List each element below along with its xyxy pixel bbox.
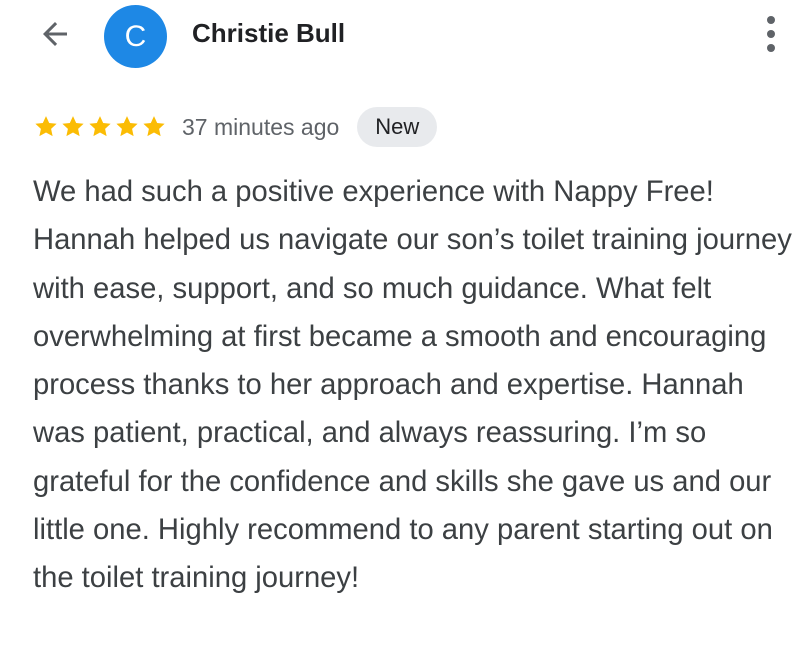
star-icon bbox=[143, 116, 165, 137]
star-icon bbox=[62, 116, 84, 137]
star-rating bbox=[33, 114, 168, 140]
avatar[interactable]: C bbox=[104, 5, 167, 68]
star-icon bbox=[89, 116, 111, 137]
more-vertical-icon bbox=[767, 16, 775, 52]
more-options-button[interactable] bbox=[752, 10, 790, 58]
avatar-letter: C bbox=[124, 19, 147, 53]
back-button[interactable] bbox=[30, 11, 80, 57]
review-meta: 37 minutes ago New bbox=[33, 106, 438, 148]
star-icon bbox=[35, 116, 57, 137]
new-badge: New bbox=[357, 107, 438, 147]
arrow-left-icon bbox=[43, 22, 67, 46]
star-icon bbox=[116, 116, 138, 137]
review-text: We had such a positive experience with N… bbox=[33, 176, 792, 595]
review-header: C Christie Bull bbox=[0, 0, 803, 72]
review-timestamp: 37 minutes ago bbox=[182, 113, 340, 140]
reviewer-name[interactable]: Christie Bull bbox=[192, 18, 345, 49]
